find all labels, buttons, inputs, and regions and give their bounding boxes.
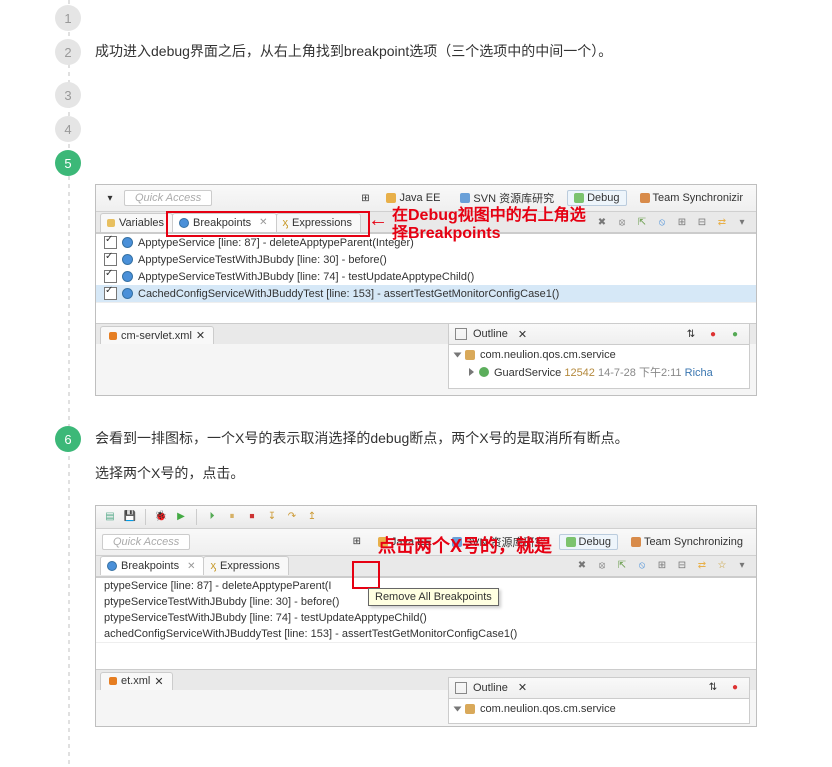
resume-icon[interactable]: ⏵ xyxy=(204,509,220,525)
step-6-text-b: 选择两个X号的，点击。 xyxy=(95,461,822,486)
open-perspective-icon[interactable]: ⊞ xyxy=(357,190,373,206)
sort-icon[interactable]: ⇅ xyxy=(683,326,699,342)
quick-access-input[interactable]: Quick Access xyxy=(102,534,190,550)
close-icon[interactable]: ✕ xyxy=(187,561,195,572)
tab-breakpoints[interactable]: Breakpoints✕ xyxy=(172,213,276,232)
goto-file-icon[interactable]: ⇱ xyxy=(614,558,630,574)
quick-access-input[interactable]: Quick Access xyxy=(124,190,212,206)
checkbox-icon[interactable] xyxy=(104,236,117,249)
step-2-badge: 2 xyxy=(55,39,81,65)
perspective-debug[interactable]: Debug xyxy=(559,534,618,550)
step-2-text: 成功进入debug界面之后，从右上角找到breakpoint选项（三个选项中的中… xyxy=(95,39,822,64)
open-perspective-icon[interactable]: ⊞ xyxy=(349,534,365,550)
save-icon[interactable]: 💾 xyxy=(122,509,138,525)
remove-all-breakpoints-icon[interactable]: ⦻ xyxy=(614,214,630,230)
expand-icon[interactable] xyxy=(454,353,462,358)
step-5-badge: 5 xyxy=(55,150,81,176)
link-icon[interactable]: ⇄ xyxy=(714,214,730,230)
remove-all-breakpoints-icon[interactable]: ⦻ xyxy=(594,558,610,574)
outline-panel: Outline ✕ ⇅ ● com.neulion.qos.cm.service xyxy=(448,677,750,724)
filter-icon[interactable]: ● xyxy=(705,326,721,342)
checkbox-icon[interactable] xyxy=(104,270,117,283)
checkbox-icon[interactable] xyxy=(104,287,117,300)
step-4-badge: 4 xyxy=(55,116,81,142)
close-icon[interactable]: ✕ xyxy=(518,328,527,341)
link-icon[interactable]: ⇄ xyxy=(694,558,710,574)
expand-icon[interactable] xyxy=(469,368,474,376)
tab-expressions[interactable]: ᶍExpressions xyxy=(276,213,361,232)
package-icon xyxy=(465,350,475,360)
collapse-icon[interactable]: ⊟ xyxy=(694,214,710,230)
perspective-team[interactable]: Team Synchronizing xyxy=(624,534,750,550)
remove-breakpoint-icon[interactable]: ✖ xyxy=(594,214,610,230)
perspective-svn[interactable]: SVN 资源库研究 xyxy=(453,188,561,208)
step-1-badge: 1 xyxy=(55,5,81,31)
breakpoint-row[interactable]: ApptypeServiceTestWithJBubdy [line: 30] … xyxy=(96,251,756,268)
expand-icon[interactable] xyxy=(454,706,462,711)
goto-file-icon[interactable]: ⇱ xyxy=(634,214,650,230)
filter-icon[interactable]: ☆ xyxy=(714,558,730,574)
collapse-icon[interactable]: ⊟ xyxy=(674,558,690,574)
step-into-icon[interactable]: ↧ xyxy=(264,509,280,525)
step-3-badge: 3 xyxy=(55,82,81,108)
expand-icon[interactable]: ⊞ xyxy=(654,558,670,574)
breakpoint-row[interactable]: ApptypeService [line: 87] - deleteApptyp… xyxy=(96,234,756,251)
breakpoints-list: ptypeService [line: 87] - deleteApptypeP… xyxy=(96,577,756,642)
perspective-javaee[interactable]: Java EE xyxy=(379,190,447,206)
editor-tab[interactable]: cm-servlet.xml✕ xyxy=(100,326,214,344)
filter-icon[interactable]: ● xyxy=(727,680,743,696)
perspective-debug[interactable]: Debug xyxy=(567,190,626,206)
breakpoints-list: ApptypeService [line: 87] - deleteApptyp… xyxy=(96,233,756,302)
hide-icon[interactable]: ● xyxy=(727,326,743,342)
menu-dropdown-icon[interactable]: ▾ xyxy=(734,558,750,574)
outline-label: Outline xyxy=(473,682,508,694)
tooltip: Remove All Breakpoints xyxy=(368,588,499,606)
outline-class[interactable]: GuardService 12542 14-7-28 下午2:11 Richa xyxy=(494,364,713,380)
breakpoint-row[interactable]: ptypeServiceTestWithJBubdy [line: 74] - … xyxy=(96,610,756,626)
tab-variables[interactable]: Variables xyxy=(100,213,173,232)
menu-dropdown-icon[interactable]: ▾ xyxy=(734,214,750,230)
step-return-icon[interactable]: ↥ xyxy=(304,509,320,525)
skip-breakpoints-icon[interactable]: ⦸ xyxy=(654,214,670,230)
menu-icon[interactable]: ▾ xyxy=(102,190,118,206)
close-icon[interactable]: ✕ xyxy=(196,329,205,342)
remove-breakpoint-icon[interactable]: ✖ xyxy=(574,558,590,574)
breakpoint-icon xyxy=(122,271,133,282)
breakpoint-row[interactable]: ApptypeServiceTestWithJBubdy [line: 74] … xyxy=(96,268,756,285)
checkbox-icon[interactable] xyxy=(104,253,117,266)
suspend-icon[interactable]: ⏸ xyxy=(224,509,240,525)
step-6-badge: 6 xyxy=(55,426,81,452)
outline-package[interactable]: com.neulion.qos.cm.service xyxy=(480,349,616,361)
expand-icon[interactable]: ⊞ xyxy=(674,214,690,230)
new-icon[interactable]: ▤ xyxy=(102,509,118,525)
close-icon[interactable]: ✕ xyxy=(518,681,527,694)
perspective-team[interactable]: Team Synchronizir xyxy=(633,190,750,206)
step-over-icon[interactable]: ↷ xyxy=(284,509,300,525)
run-icon[interactable]: ▶ xyxy=(173,509,189,525)
terminate-icon[interactable]: ⏹ xyxy=(244,509,260,525)
tab-breakpoints[interactable]: Breakpoints✕ xyxy=(100,556,204,575)
perspective-javaee[interactable]: Java EE xyxy=(371,534,439,550)
package-icon xyxy=(465,704,475,714)
breakpoint-row[interactable]: achedConfigServiceWithJBuddyTest [line: … xyxy=(96,626,756,642)
outline-label: Outline xyxy=(473,328,508,340)
sort-icon[interactable]: ⇅ xyxy=(705,680,721,696)
close-icon[interactable]: ✕ xyxy=(259,217,267,228)
step-6-text-a: 会看到一排图标，一个X号的表示取消选择的debug断点，两个X号的是取消所有断点… xyxy=(95,426,822,451)
breakpoint-icon xyxy=(122,254,133,265)
breakpoint-icon xyxy=(122,288,133,299)
breakpoint-row[interactable]: CachedConfigServiceWithJBuddyTest [line:… xyxy=(96,285,756,302)
debug-icon[interactable]: 🐞 xyxy=(153,509,169,525)
outline-panel: Outline ✕ ⇅ ● ● com.neulion.qos.cm.servi… xyxy=(448,323,750,389)
tab-expressions[interactable]: ᶍExpressions xyxy=(203,556,288,575)
class-icon xyxy=(479,367,489,377)
outline-package[interactable]: com.neulion.qos.cm.service xyxy=(480,703,616,715)
screenshot-2: ▤ 💾 🐞 ▶ ⏵ ⏸ ⏹ ↧ ↷ ↥ Quick Access ⊞ Java … xyxy=(95,505,757,727)
close-icon[interactable]: ✕ xyxy=(154,675,163,688)
breakpoint-icon xyxy=(122,237,133,248)
screenshot-1: ▾ Quick Access ⊞ Java EE SVN 资源库研究 Debug… xyxy=(95,184,757,396)
perspective-svn[interactable]: SVN 资源库研究 xyxy=(445,532,553,552)
skip-breakpoints-icon[interactable]: ⦸ xyxy=(634,558,650,574)
editor-tab[interactable]: et.xml✕ xyxy=(100,672,173,690)
